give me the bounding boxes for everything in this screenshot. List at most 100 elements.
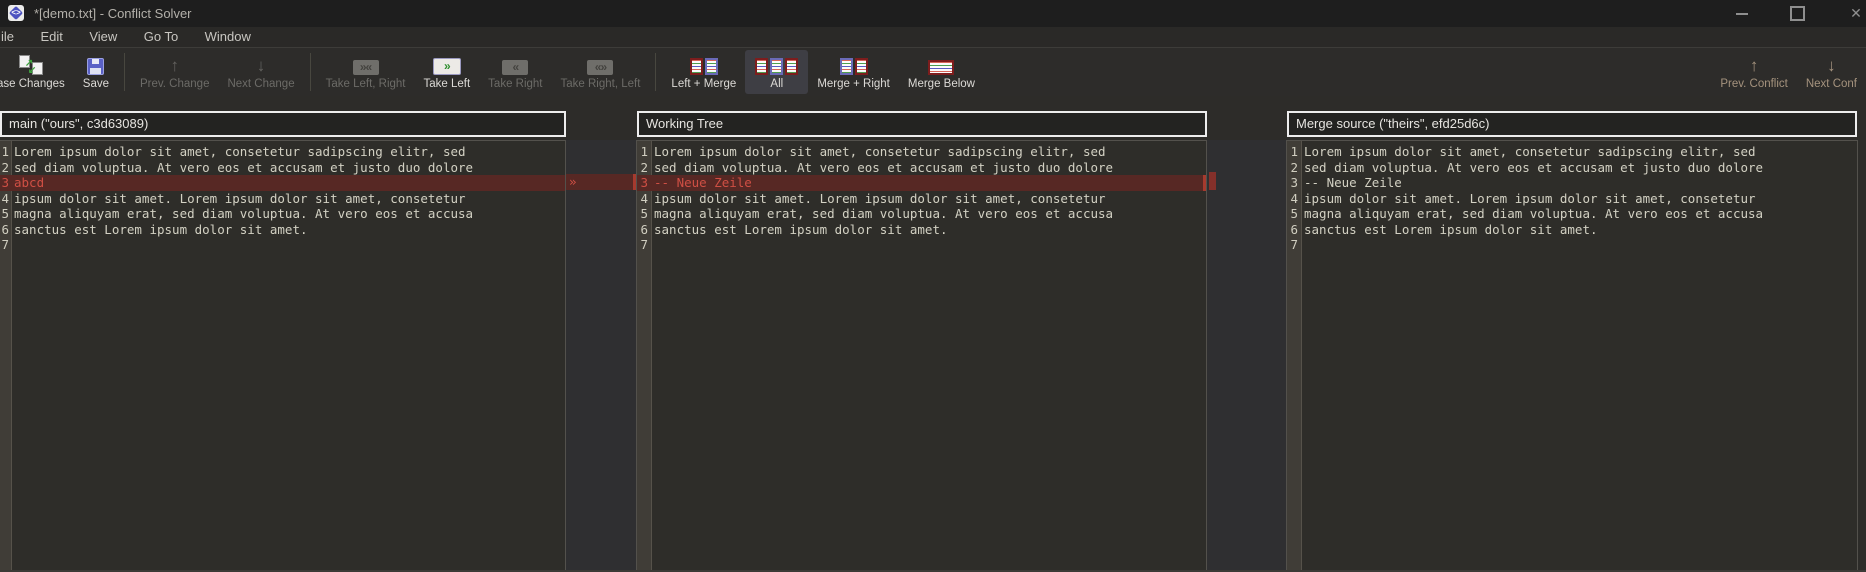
pane-header-label: Working Tree (646, 116, 723, 131)
line-text: sed diam voluptua. At vero eos et accusa… (12, 160, 473, 176)
code-line[interactable]: 6sanctus est Lorem ipsum dolor sit amet. (0, 222, 565, 238)
base-changes-button[interactable]: ↗ ↙ ase Changes (0, 50, 74, 94)
code-line[interactable]: 5magna aliquyam erat, sed diam voluptua.… (1287, 206, 1857, 222)
code-line-conflict[interactable]: 3-- Neue Zeile (637, 175, 1206, 191)
left-plus-merge-button[interactable]: Left + Merge (662, 50, 745, 94)
code-line[interactable]: 4ipsum dolor sit amet. Lorem ipsum dolor… (1287, 191, 1857, 207)
line-text: abcd (12, 175, 44, 191)
merge-below-button[interactable]: Merge Below (899, 50, 984, 94)
prev-conflict-button[interactable]: ↑ Prev. Conflict (1711, 50, 1797, 94)
pane-gap (1207, 140, 1286, 570)
button-label: Prev. Change (140, 78, 209, 90)
line-number: 6 (637, 222, 652, 238)
button-label: Merge + Right (817, 78, 890, 90)
code-line[interactable]: 4ipsum dolor sit amet. Lorem ipsum dolor… (637, 191, 1206, 207)
code-line[interactable]: 5magna aliquyam erat, sed diam voluptua.… (637, 206, 1206, 222)
app-icon: <> (8, 5, 24, 21)
code-line[interactable]: 3-- Neue Zeile (1287, 175, 1857, 191)
merge-plus-right-button[interactable]: Merge + Right (808, 50, 899, 94)
merge-below-doc-icon (927, 55, 955, 75)
button-label: Take Left (424, 78, 471, 90)
line-number: 3 (637, 175, 652, 191)
up-arrow-icon: ↑ (1750, 57, 1759, 75)
pane-header-label: Merge source ("theirs", efd25d6c) (1296, 116, 1489, 131)
take-right-button[interactable]: « Take Right (479, 50, 551, 94)
line-text (12, 237, 14, 253)
take-right-left-button[interactable]: «» Take Right, Left (552, 50, 650, 94)
minimize-button[interactable] (1727, 0, 1757, 27)
pane-header-theirs: Merge source ("theirs", efd25d6c) (1287, 111, 1857, 137)
menu-goto[interactable]: Go To (144, 27, 178, 47)
line-text: magna aliquyam erat, sed diam voluptua. … (1302, 206, 1763, 222)
line-number: 1 (0, 144, 12, 160)
take-left-button[interactable]: » Take Left (415, 50, 480, 94)
prev-change-button[interactable]: ↑ Prev. Change (131, 50, 218, 94)
take-left-icon: » (433, 58, 461, 75)
next-conflict-button[interactable]: ↓ Next Conf (1797, 50, 1866, 94)
code-line[interactable]: 6sanctus est Lorem ipsum dolor sit amet. (637, 222, 1206, 238)
menu-window[interactable]: Window (205, 27, 251, 47)
toolbar-separator (310, 53, 311, 91)
code-line[interactable]: 2sed diam voluptua. At vero eos et accus… (637, 160, 1206, 176)
code-line[interactable]: 1Lorem ipsum dolor sit amet, consetetur … (1287, 144, 1857, 160)
button-label: ase Changes (0, 78, 65, 90)
line-number: 7 (0, 237, 12, 253)
code-line[interactable]: 7 (0, 237, 565, 253)
toolbar: ↗ ↙ ase Changes Save ↑ Prev. Change ↓ Ne… (0, 48, 1866, 96)
line-text: sed diam voluptua. At vero eos et accusa… (1302, 160, 1763, 176)
line-text: sanctus est Lorem ipsum dolor sit amet. (1302, 222, 1598, 238)
line-text: -- Neue Zeile (1302, 175, 1402, 191)
down-arrow-icon: ↓ (257, 57, 266, 75)
code-line[interactable]: 6sanctus est Lorem ipsum dolor sit amet. (1287, 222, 1857, 238)
code-line[interactable]: 1Lorem ipsum dolor sit amet, consetetur … (637, 144, 1206, 160)
line-text: ipsum dolor sit amet. Lorem ipsum dolor … (652, 191, 1106, 207)
code-line[interactable]: 4ipsum dolor sit amet. Lorem ipsum dolor… (0, 191, 565, 207)
line-text: ipsum dolor sit amet. Lorem ipsum dolor … (12, 191, 466, 207)
code-line[interactable]: 1Lorem ipsum dolor sit amet, consetetur … (0, 144, 565, 160)
take-left-right-icon: »« (353, 60, 379, 75)
close-button[interactable]: ✕ (1841, 0, 1866, 27)
down-arrow-icon: ↓ (1827, 57, 1836, 75)
all-button[interactable]: All (745, 50, 808, 94)
line-number: 1 (637, 144, 652, 160)
take-left-right-button[interactable]: »« Take Left, Right (317, 50, 415, 94)
line-number: 5 (1287, 206, 1302, 222)
line-number: 2 (1287, 160, 1302, 176)
line-number: 4 (0, 191, 12, 207)
editor-pane-ours[interactable]: 1Lorem ipsum dolor sit amet, consetetur … (0, 140, 566, 570)
menu-file[interactable]: ile (1, 27, 14, 47)
line-text: Lorem ipsum dolor sit amet, consetetur s… (1302, 144, 1756, 160)
line-text (652, 237, 654, 253)
title-bar: <> *[demo.txt] - Conflict Solver ✕ (0, 0, 1866, 27)
line-number: 5 (637, 206, 652, 222)
button-label: Take Left, Right (326, 78, 406, 90)
code-line[interactable]: 7 (1287, 237, 1857, 253)
line-number: 1 (1287, 144, 1302, 160)
code-line[interactable]: 5magna aliquyam erat, sed diam voluptua.… (0, 206, 565, 222)
next-change-button[interactable]: ↓ Next Change (218, 50, 303, 94)
line-number: 7 (637, 237, 652, 253)
code-line[interactable]: 2sed diam voluptua. At vero eos et accus… (0, 160, 565, 176)
editor-pane-working-tree[interactable]: 1Lorem ipsum dolor sit amet, consetetur … (636, 140, 1207, 570)
save-button[interactable]: Save (74, 50, 118, 94)
editor-pane-theirs[interactable]: 1Lorem ipsum dolor sit amet, consetetur … (1286, 140, 1858, 570)
take-right-icon: « (502, 60, 528, 75)
up-arrow-icon: ↑ (170, 57, 179, 75)
menu-bar: ile Edit View Go To Window (0, 27, 1866, 48)
menu-view[interactable]: View (89, 27, 117, 47)
line-text: ipsum dolor sit amet. Lorem ipsum dolor … (1302, 191, 1756, 207)
close-icon: ✕ (1850, 5, 1862, 22)
button-label: Prev. Conflict (1720, 78, 1788, 90)
conflict-marker (1209, 172, 1216, 190)
line-number: 7 (1287, 237, 1302, 253)
line-number: 6 (0, 222, 12, 238)
button-label: All (770, 78, 783, 90)
code-line[interactable]: 2sed diam voluptua. At vero eos et accus… (1287, 160, 1857, 176)
menu-edit[interactable]: Edit (40, 27, 62, 47)
line-number: 4 (637, 191, 652, 207)
code-line[interactable]: 7 (637, 237, 1206, 253)
code-line-conflict[interactable]: 3abcd (0, 175, 565, 191)
green-arrow: ↙ (28, 66, 36, 76)
line-text: Lorem ipsum dolor sit amet, consetetur s… (12, 144, 466, 160)
maximize-button[interactable] (1782, 0, 1812, 27)
